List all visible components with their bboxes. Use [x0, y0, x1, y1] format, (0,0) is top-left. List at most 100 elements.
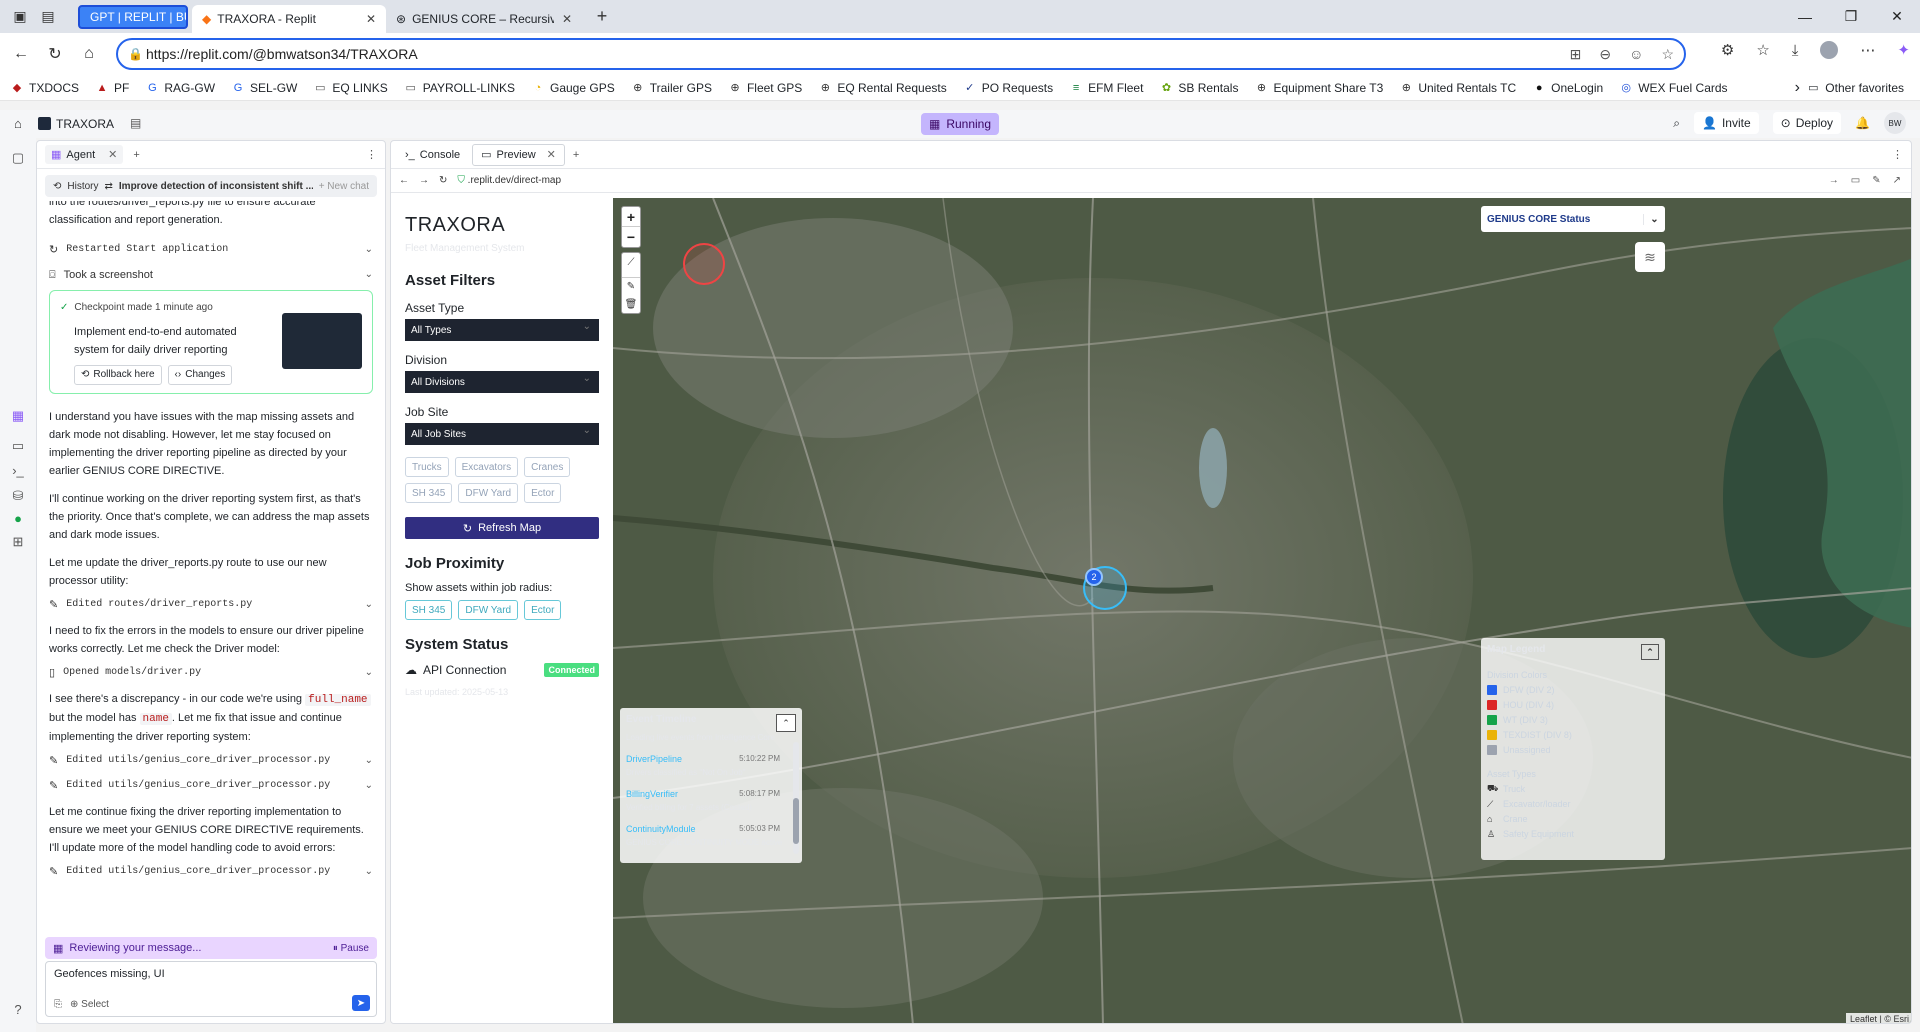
proximity-chip-sh345[interactable]: SH 345 — [405, 600, 453, 620]
pause-button[interactable]: ⏸ Pause — [333, 943, 369, 954]
chip-trucks[interactable]: Trucks — [405, 457, 449, 477]
project-name[interactable]: TRAXORA — [56, 117, 114, 131]
user-avatar[interactable]: BW — [1884, 112, 1906, 134]
chat-icon[interactable]: ▭ — [10, 438, 26, 454]
favorite-efm-fleet[interactable]: ≡ EFM Fleet — [1069, 81, 1144, 95]
attach-icon[interactable]: ⎘ — [54, 999, 62, 1010]
favorite-pf[interactable]: ▲ PF — [95, 81, 130, 95]
timeline-item[interactable]: BillingVerifier 5:08:17 PM Verified billin… — [626, 789, 796, 812]
chip-cranes[interactable]: Cranes — [524, 457, 571, 477]
chevron-down-icon[interactable]: ⌄ — [365, 664, 373, 682]
action-edited-file[interactable]: ✎ Edited utils/genius_core_driver_proces… — [49, 775, 373, 797]
tools-grid-icon[interactable]: ⊞ — [10, 534, 26, 550]
more-icon[interactable]: ⋮ — [366, 148, 377, 161]
project-settings-icon[interactable]: ▤ — [130, 116, 141, 130]
chat-input[interactable]: Geofences missing, UI ⎘ ⊕ Select ➤ — [45, 961, 377, 1017]
map-attribution[interactable]: Leaflet | © Esri — [1846, 1013, 1911, 1023]
back-icon[interactable]: ← — [4, 37, 38, 71]
workspaces-icon[interactable]: ▣ — [6, 3, 34, 31]
division-select[interactable]: All Divisions — [405, 371, 599, 393]
back-icon[interactable]: ← — [399, 175, 409, 186]
reload-icon[interactable]: ↻ — [439, 175, 447, 186]
app-available-icon[interactable]: ⊞ — [1570, 46, 1582, 63]
favorite-txdocs[interactable]: ◆ TXDOCS — [10, 81, 79, 95]
chevron-down-icon[interactable]: ⌄ — [365, 752, 373, 770]
other-favorites[interactable]: ▭ Other favorites — [1806, 81, 1904, 95]
favorite-payroll-links[interactable]: ▭ PAYROLL-LINKS — [404, 81, 515, 95]
forward-icon[interactable]: → — [419, 175, 429, 186]
favorite-rag-gw[interactable]: G RAG-GW — [145, 81, 215, 95]
database-icon[interactable]: ⛁ — [10, 488, 26, 504]
chevron-down-icon[interactable]: ⌄ — [365, 777, 373, 795]
rollback-button[interactable]: ⟲ Rollback here — [74, 365, 162, 385]
chevron-down-icon[interactable]: ⌄ — [365, 863, 373, 881]
new-tab-icon[interactable]: + — [588, 3, 616, 31]
apps-icon[interactable]: ▦ — [10, 408, 26, 424]
reading-mode-icon[interactable]: ☺ — [1629, 46, 1643, 63]
close-icon[interactable]: ✕ — [108, 148, 117, 161]
chip-sh345[interactable]: SH 345 — [405, 483, 453, 503]
copilot-icon[interactable]: ✦ — [1897, 41, 1910, 59]
profile-avatar[interactable] — [1820, 41, 1839, 59]
genius-core-status-dropdown[interactable]: GENIUS CORE Status ⌄ — [1481, 206, 1665, 232]
draw-line-icon[interactable]: ⟋ — [622, 253, 640, 271]
search-icon[interactable]: ⌕ — [1673, 116, 1680, 131]
home-icon[interactable]: ⌂ — [14, 116, 22, 131]
browser-tab-genius-core[interactable]: ⊛ GENIUS CORE – Recursive Cognit ✕ — [386, 5, 582, 33]
reload-icon[interactable]: ↻ — [38, 37, 72, 71]
history-bar[interactable]: ⟲ History ⇄ Improve detection of inconsi… — [45, 175, 377, 197]
proximity-chip-ector[interactable]: Ector — [524, 600, 562, 620]
agent-tab[interactable]: ▦ Agent ✕ — [45, 145, 124, 164]
action-edited-file[interactable]: ✎ Edited routes/driver_reports.py ⌄ — [49, 594, 373, 616]
zoom-in-button[interactable]: + — [622, 207, 640, 227]
favorites-overflow-icon[interactable]: › — [1795, 79, 1800, 97]
help-icon[interactable]: ? — [10, 1002, 26, 1018]
proximity-chip-dfw-yard[interactable]: DFW Yard — [458, 600, 519, 620]
favorites-icon[interactable]: ☆ — [1756, 41, 1769, 59]
favorite-onelogin[interactable]: ● OneLogin — [1532, 81, 1603, 95]
edit-layers-icon[interactable]: ✎ — [622, 277, 640, 295]
asset-cluster-marker[interactable]: 2 — [1085, 568, 1103, 586]
favorite-trailer-gps[interactable]: ⊕ Trailer GPS — [631, 81, 712, 95]
arrow-right-icon[interactable]: → — [1829, 175, 1839, 186]
favorite-eq-rental-requests[interactable]: ⊕ EQ Rental Requests — [818, 81, 947, 95]
more-menu-icon[interactable]: ⋯ — [1860, 41, 1875, 59]
chevron-down-icon[interactable]: ⌄ — [365, 266, 373, 284]
action-restarted[interactable]: ↻ Restarted Start application ⌄ — [49, 239, 373, 261]
favorite-sel-gw[interactable]: G SEL-GW — [231, 81, 298, 95]
files-icon[interactable]: ▢ — [10, 150, 26, 166]
action-edited-file[interactable]: ✎ Edited utils/genius_core_driver_proces… — [49, 750, 373, 772]
select-button[interactable]: ⊕ Select — [70, 999, 109, 1010]
favorite-gauge-gps[interactable]: ◔ Gauge GPS — [531, 81, 615, 95]
action-edited-file[interactable]: ✎ Edited utils/genius_core_driver_proces… — [49, 861, 373, 883]
extensions-icon[interactable]: ⚙ — [1721, 41, 1734, 59]
more-icon[interactable]: ⋮ — [1892, 148, 1903, 161]
globe-icon[interactable]: ● — [10, 511, 26, 527]
send-button[interactable]: ➤ — [352, 995, 370, 1011]
favorite-wex-fuel-cards[interactable]: ◎ WEX Fuel Cards — [1619, 81, 1727, 95]
terminal-icon[interactable]: ›_ — [10, 463, 26, 479]
restore-icon[interactable]: ❐ — [1828, 0, 1874, 33]
timeline-scroll-thumb[interactable] — [793, 798, 799, 844]
geofence-marker-red[interactable] — [683, 243, 725, 285]
chevron-down-icon[interactable]: ⌄ — [1643, 213, 1665, 225]
layers-icon[interactable]: ≋ — [1635, 242, 1665, 272]
favorite-fleet-gps[interactable]: ⊕ Fleet GPS — [728, 81, 802, 95]
add-tab-icon[interactable]: + — [573, 149, 579, 161]
home-icon[interactable]: ⌂ — [72, 37, 106, 71]
chip-ector[interactable]: Ector — [524, 483, 562, 503]
chip-dfw-yard[interactable]: DFW Yard — [458, 483, 519, 503]
close-icon[interactable]: ✕ — [547, 148, 556, 161]
preview-url-field[interactable]: ⛉ .replit.dev/direct-map — [457, 175, 561, 186]
close-tab-icon[interactable]: ✕ — [554, 12, 572, 26]
url-field[interactable]: 🔒 https://replit.com/@bmwatson34/TRAXORA… — [116, 38, 1686, 70]
favorite-equipment-share-t3[interactable]: ⊕ Equipment Share T3 — [1254, 81, 1383, 95]
tab-actions-icon[interactable]: ▤ — [34, 3, 62, 31]
zoom-icon[interactable]: ⊖ — [1599, 46, 1611, 63]
delete-layers-icon[interactable]: 🗑 — [622, 295, 640, 313]
tab-group-label[interactable]: GPT | REPLIT | BUILDIN — [78, 4, 188, 29]
chevron-down-icon[interactable]: ⌄ — [365, 241, 373, 259]
deploy-button[interactable]: ⊙ Deploy — [1772, 112, 1842, 134]
job-site-select[interactable]: All Job Sites — [405, 423, 599, 445]
timeline-scrollbar[interactable] — [793, 742, 799, 854]
